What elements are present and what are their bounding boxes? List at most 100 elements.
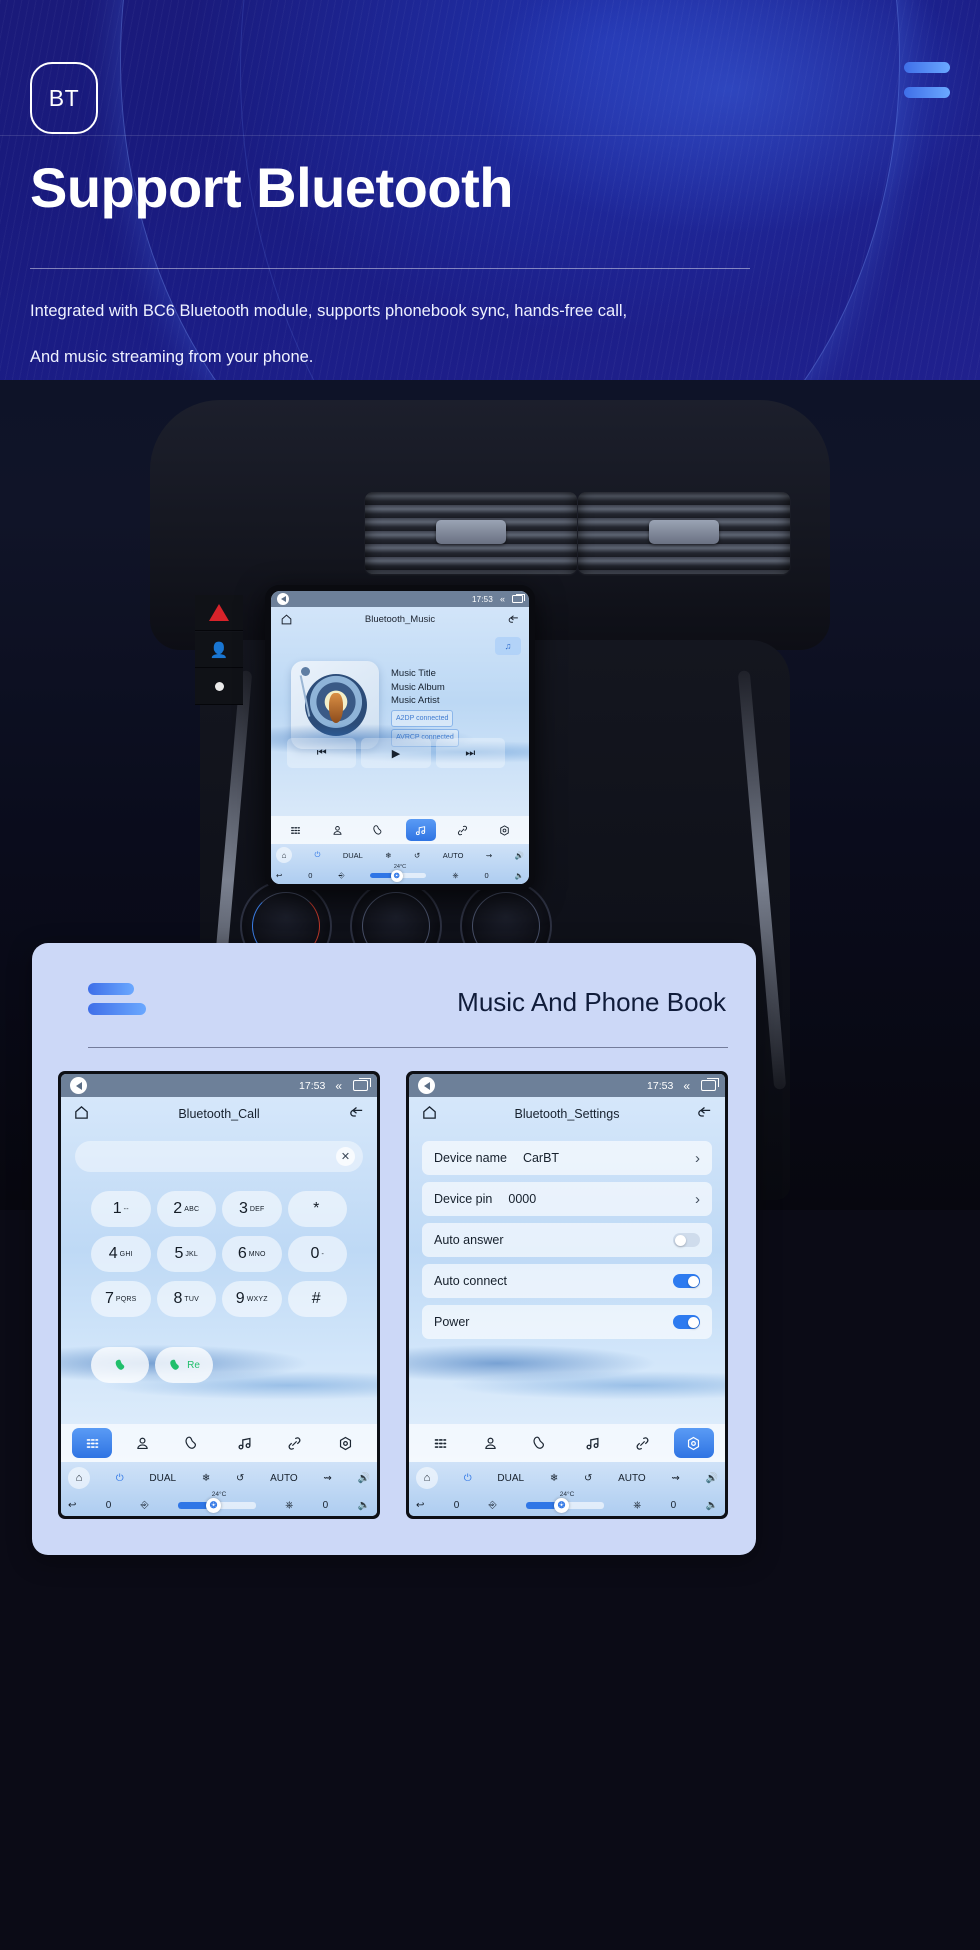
- music-icon[interactable]: [405, 819, 436, 841]
- seatbelt-button[interactable]: 👤: [195, 632, 243, 668]
- music-note-icon[interactable]: ♫: [495, 637, 521, 655]
- recents-icon[interactable]: [701, 1077, 719, 1091]
- contacts-icon[interactable]: [322, 819, 352, 841]
- apps-grid-icon[interactable]: [281, 819, 311, 841]
- home-icon[interactable]: [73, 1104, 90, 1124]
- seat-icon[interactable]: ⎆: [489, 1500, 497, 1511]
- back-triangle-icon[interactable]: [277, 593, 289, 605]
- dual-label[interactable]: DUAL: [149, 1473, 176, 1484]
- back-curve-icon[interactable]: [507, 613, 520, 626]
- fan-speed-slider[interactable]: ❂: [525, 1498, 604, 1513]
- redial-button[interactable]: Re: [155, 1347, 213, 1383]
- phone-icon[interactable]: [174, 1428, 214, 1458]
- close-icon[interactable]: ✕: [336, 1147, 355, 1166]
- defrost-icon[interactable]: ⇝: [486, 851, 492, 860]
- back-curve-icon[interactable]: [696, 1104, 713, 1124]
- auto-label[interactable]: AUTO: [270, 1473, 298, 1484]
- power-icon[interactable]: ⏻: [116, 1473, 124, 1484]
- apps-grid-icon[interactable]: [72, 1428, 113, 1458]
- recents-icon[interactable]: [512, 593, 525, 603]
- seat-heat-icon[interactable]: ⎈: [633, 1500, 641, 1511]
- back-arrow-icon[interactable]: ↩: [416, 1500, 424, 1511]
- key-0[interactable]: 0-: [287, 1236, 347, 1272]
- contacts-icon[interactable]: [123, 1428, 163, 1458]
- auto-label[interactable]: AUTO: [618, 1473, 646, 1484]
- defrost-icon[interactable]: ⇝: [323, 1473, 331, 1484]
- power-toggle[interactable]: [673, 1315, 700, 1329]
- key-star[interactable]: *: [287, 1191, 347, 1227]
- fan-speed-slider[interactable]: ❂: [177, 1498, 256, 1513]
- key-6[interactable]: 6 MNO: [222, 1236, 282, 1272]
- back-arrow-icon[interactable]: ↩: [68, 1500, 76, 1511]
- music-icon[interactable]: [572, 1428, 612, 1458]
- snowflake-icon[interactable]: ❄: [385, 851, 391, 860]
- settings-icon[interactable]: [673, 1428, 714, 1458]
- link-icon[interactable]: [447, 819, 477, 841]
- seat-heat-icon[interactable]: ⎈: [452, 871, 458, 881]
- snowflake-icon[interactable]: ❄: [202, 1473, 210, 1484]
- snowflake-icon[interactable]: ❄: [550, 1473, 558, 1484]
- hamburger-icon[interactable]: [898, 62, 950, 98]
- defrost-icon[interactable]: ⇝: [671, 1473, 679, 1484]
- back-curve-icon[interactable]: [348, 1104, 365, 1124]
- volume-up-icon[interactable]: 🔊: [706, 1473, 718, 1484]
- volume-up-icon[interactable]: 🔊: [358, 1473, 370, 1484]
- chevron-up-icon[interactable]: «: [500, 594, 505, 604]
- auto-connect-toggle[interactable]: [673, 1274, 700, 1288]
- setting-row-auto-answer[interactable]: Auto answer: [422, 1223, 712, 1257]
- phone-icon[interactable]: [522, 1428, 562, 1458]
- volume-up-icon[interactable]: 🔊: [515, 851, 524, 860]
- apps-grid-icon[interactable]: [420, 1428, 460, 1458]
- setting-row-auto-connect[interactable]: Auto connect: [422, 1264, 712, 1298]
- auto-label[interactable]: AUTO: [443, 851, 464, 860]
- chevron-up-icon[interactable]: «: [683, 1079, 690, 1093]
- home-icon[interactable]: ⌂: [68, 1467, 90, 1489]
- phone-number-input[interactable]: ✕: [75, 1141, 363, 1172]
- key-8[interactable]: 8 TUV: [156, 1281, 216, 1317]
- auto-answer-toggle[interactable]: [673, 1233, 700, 1247]
- back-triangle-icon[interactable]: [418, 1077, 435, 1094]
- blank-button[interactable]: [195, 669, 243, 705]
- key-hash[interactable]: #: [287, 1281, 347, 1317]
- next-track-button[interactable]: ⏭: [435, 738, 505, 768]
- key-1[interactable]: 1 --: [91, 1191, 151, 1227]
- fan-speed-slider[interactable]: ❂: [370, 869, 427, 882]
- volume-down-icon[interactable]: 🔈: [357, 1500, 369, 1511]
- setting-row-device-pin[interactable]: Device pin 0000 ›: [422, 1182, 712, 1216]
- key-9[interactable]: 9 WXYZ: [222, 1281, 282, 1317]
- home-icon[interactable]: [421, 1104, 438, 1124]
- recirculate-icon[interactable]: ↺: [236, 1473, 244, 1484]
- call-button[interactable]: [91, 1347, 149, 1383]
- volume-down-icon[interactable]: 🔈: [705, 1500, 717, 1511]
- recirculate-icon[interactable]: ↺: [414, 851, 420, 860]
- recirculate-icon[interactable]: ↺: [584, 1473, 592, 1484]
- settings-icon[interactable]: [326, 1428, 366, 1458]
- power-icon[interactable]: ⏻: [314, 850, 320, 860]
- home-icon[interactable]: ⌂: [416, 1467, 438, 1489]
- key-3[interactable]: 3 DEF: [222, 1191, 282, 1227]
- key-4[interactable]: 4 GHI: [91, 1236, 151, 1272]
- music-icon[interactable]: [224, 1428, 264, 1458]
- dual-label[interactable]: DUAL: [343, 851, 363, 860]
- volume-down-icon[interactable]: 🔈: [515, 871, 524, 880]
- dual-label[interactable]: DUAL: [497, 1473, 524, 1484]
- power-icon[interactable]: ⏻: [464, 1473, 472, 1484]
- seat-heat-icon[interactable]: ⎈: [285, 1500, 293, 1511]
- setting-row-device-name[interactable]: Device name CarBT ›: [422, 1141, 712, 1175]
- home-icon[interactable]: ⌂: [276, 847, 292, 864]
- key-5[interactable]: 5 JKL: [156, 1236, 216, 1272]
- seat-icon[interactable]: ⎆: [338, 871, 344, 881]
- play-pause-button[interactable]: ▶: [361, 738, 431, 768]
- recents-icon[interactable]: [353, 1077, 371, 1091]
- key-7[interactable]: 7 PQRS: [91, 1281, 151, 1317]
- seat-icon[interactable]: ⎆: [141, 1500, 149, 1511]
- back-triangle-icon[interactable]: [70, 1077, 87, 1094]
- previous-track-button[interactable]: ⏮: [287, 738, 357, 768]
- settings-icon[interactable]: [489, 819, 519, 841]
- chevron-up-icon[interactable]: «: [335, 1079, 342, 1093]
- home-icon[interactable]: [280, 613, 293, 626]
- phone-icon[interactable]: [364, 819, 394, 841]
- back-arrow-icon[interactable]: ↩: [276, 871, 282, 880]
- key-2[interactable]: 2 ABC: [156, 1191, 216, 1227]
- setting-row-power[interactable]: Power: [422, 1305, 712, 1339]
